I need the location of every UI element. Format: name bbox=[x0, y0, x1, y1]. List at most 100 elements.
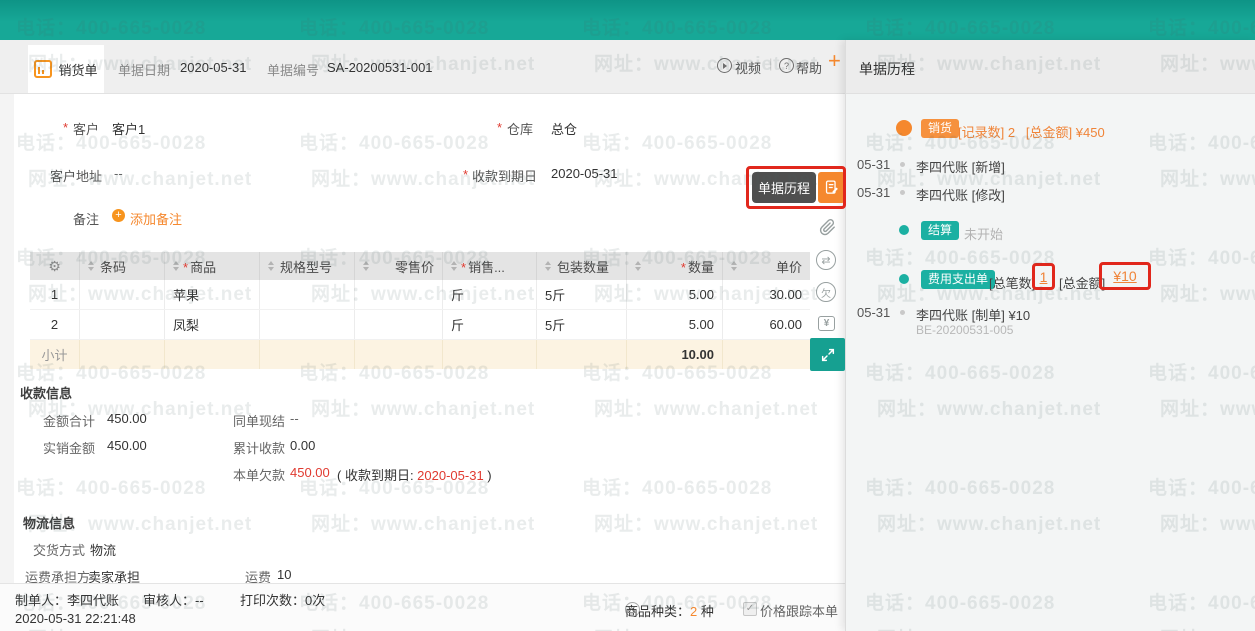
debt-label: 本单欠款 bbox=[233, 465, 285, 484]
column-label: 规格型号 bbox=[280, 260, 332, 275]
price-track-label: 价格跟踪本单 bbox=[760, 601, 838, 620]
timeline-dot-expense bbox=[899, 274, 909, 284]
column-header-barcode[interactable]: 条码 bbox=[80, 252, 165, 280]
total-amount-value: 450.00 bbox=[107, 411, 147, 426]
column-label: 零售价 bbox=[395, 260, 434, 275]
delivery-method-label: 交货方式 bbox=[33, 540, 85, 559]
timeline-dot-sales bbox=[896, 120, 912, 136]
customer-address-label: 客户地址 bbox=[50, 166, 102, 185]
expense-button[interactable]: ¥ bbox=[818, 316, 835, 331]
table-cell: 5.00 bbox=[627, 310, 723, 339]
subtotal-quantity: 10.00 bbox=[627, 340, 723, 369]
document-history-panel: 单据历程 销货 [记录数] 2 [总金额] ¥450 05-31 李四代账 [新… bbox=[845, 40, 1255, 631]
expense-count-value[interactable]: 1 bbox=[1040, 269, 1048, 285]
table-cell: 斤 bbox=[443, 280, 537, 309]
actual-sales-value: 450.00 bbox=[107, 438, 147, 453]
expense-doc-number: BE-20200531-005 bbox=[916, 323, 1013, 337]
due-date-value[interactable]: 2020-05-31 bbox=[551, 166, 618, 181]
debt-due-close: ) bbox=[484, 468, 492, 483]
watermark-text: 电话：400-665-0028 bbox=[582, 128, 772, 155]
row-index: 2 bbox=[30, 310, 80, 339]
table-cell: 5斤 bbox=[537, 280, 627, 309]
doc-auditor: 审核人：-- bbox=[143, 590, 204, 609]
related-docs-button[interactable]: ⇄ bbox=[816, 250, 836, 270]
price-track-checkbox[interactable]: ✓ bbox=[743, 602, 757, 616]
print-count: 打印次数：0次 bbox=[240, 590, 325, 609]
logistics-section-title: 物流信息 bbox=[23, 513, 75, 532]
sort-icon[interactable] bbox=[88, 261, 94, 271]
arrears-button[interactable]: 欠 bbox=[816, 282, 836, 302]
add-tab-button[interactable]: + bbox=[828, 48, 841, 74]
sort-icon[interactable] bbox=[635, 261, 641, 271]
top-tab-bar bbox=[0, 0, 1255, 40]
table-cell bbox=[165, 340, 260, 369]
total-amount-label: 金额合计 bbox=[43, 411, 95, 430]
table-row: 2凤梨斤5斤5.0060.00 bbox=[30, 310, 810, 340]
column-settings[interactable]: ⚙ bbox=[30, 252, 80, 280]
entry-text: 李四代账 [新增] bbox=[916, 157, 1005, 176]
add-remark-link[interactable]: 添加备注 bbox=[130, 209, 182, 228]
video-play-icon bbox=[717, 58, 732, 73]
required-star: * bbox=[183, 260, 188, 275]
required-star: * bbox=[497, 120, 502, 135]
sales-summary: [记录数] 2 [总金额] ¥450 bbox=[958, 122, 1105, 141]
table-cell bbox=[723, 340, 810, 369]
help-link[interactable]: 帮助 bbox=[796, 58, 822, 77]
settlement-badge: 结算 bbox=[921, 221, 959, 240]
table-cell bbox=[80, 280, 165, 309]
column-label: 销售... bbox=[468, 260, 505, 275]
watermark-text: 电话：400-665-0028 bbox=[582, 473, 772, 500]
received-total-label: 累计收款 bbox=[233, 438, 285, 457]
items-table: ⚙ 条码 *商品 规格型号 零售价 *销售... 包装数量 *数量 单价 1苹果… bbox=[30, 252, 810, 369]
debt-due-open: ( 收款到期日: bbox=[337, 468, 417, 483]
required-star: * bbox=[63, 120, 68, 135]
table-cell bbox=[260, 280, 355, 309]
arrears-icon: 欠 bbox=[816, 282, 836, 302]
doc-no-label: 单据编号 bbox=[267, 60, 319, 79]
sort-icon[interactable] bbox=[173, 261, 179, 271]
warehouse-value[interactable]: 总仓 bbox=[551, 119, 577, 138]
sort-icon[interactable] bbox=[268, 261, 274, 271]
column-label: 单价 bbox=[776, 260, 802, 275]
table-cell: 苹果 bbox=[165, 280, 260, 309]
attachment-button[interactable] bbox=[818, 218, 837, 237]
sort-icon[interactable] bbox=[451, 261, 457, 271]
video-link[interactable]: 视频 bbox=[735, 58, 761, 77]
customer-value[interactable]: 客户1 bbox=[112, 119, 145, 138]
column-header-unit-price[interactable]: 单价 bbox=[723, 252, 810, 280]
column-header-package-qty[interactable]: 包装数量 bbox=[537, 252, 627, 280]
watermark-text: 电话：400-665-0028 bbox=[16, 473, 206, 500]
sales-order-icon bbox=[34, 60, 52, 78]
column-header-product[interactable]: *商品 bbox=[165, 252, 260, 280]
expense-amount-value[interactable]: ¥10 bbox=[1113, 268, 1136, 284]
expand-button[interactable] bbox=[810, 338, 845, 371]
category-unit: 种 bbox=[701, 604, 714, 619]
column-header-retail-price[interactable]: 零售价 bbox=[355, 252, 443, 280]
tab-sales-order-doc[interactable]: 销货单 bbox=[28, 45, 104, 93]
app-screen: 首页 查看销货单 × 销货单 单据日期 2020-05-31 单据编号 SA-2… bbox=[0, 0, 1255, 631]
same-doc-cash-value: -- bbox=[290, 411, 299, 426]
expense-badge: 费用支出单 bbox=[921, 270, 995, 289]
column-header-sales-unit[interactable]: *销售... bbox=[443, 252, 537, 280]
table-cell: 60.00 bbox=[723, 310, 810, 339]
sort-icon[interactable] bbox=[731, 261, 737, 271]
table-cell bbox=[355, 340, 443, 369]
table-cell bbox=[355, 280, 443, 309]
panel-header: 单据历程 bbox=[846, 40, 1255, 94]
column-label: 数量 bbox=[688, 260, 714, 275]
column-header-quantity[interactable]: *数量 bbox=[627, 252, 723, 280]
annotation-box-expense-amount: ¥10 bbox=[1099, 262, 1151, 290]
debt-due-date: 2020-05-31 bbox=[417, 468, 484, 483]
column-header-spec[interactable]: 规格型号 bbox=[260, 252, 355, 280]
category-label: 商品种类： bbox=[625, 604, 690, 619]
watermark-text: 网址：www.chanjet.net bbox=[311, 509, 535, 536]
subtotal-label: 小计 bbox=[30, 340, 80, 369]
sort-icon[interactable] bbox=[545, 261, 551, 271]
table-header-row: ⚙ 条码 *商品 规格型号 零售价 *销售... 包装数量 *数量 单价 bbox=[30, 252, 810, 280]
actual-sales-label: 实销金额 bbox=[43, 438, 95, 457]
category-count: 2 bbox=[690, 604, 697, 619]
due-date-label: 收款到期日 bbox=[472, 166, 537, 185]
sales-total-amount: [总金额] ¥450 bbox=[1026, 125, 1105, 140]
table-cell bbox=[80, 340, 165, 369]
sort-icon[interactable] bbox=[363, 261, 369, 271]
